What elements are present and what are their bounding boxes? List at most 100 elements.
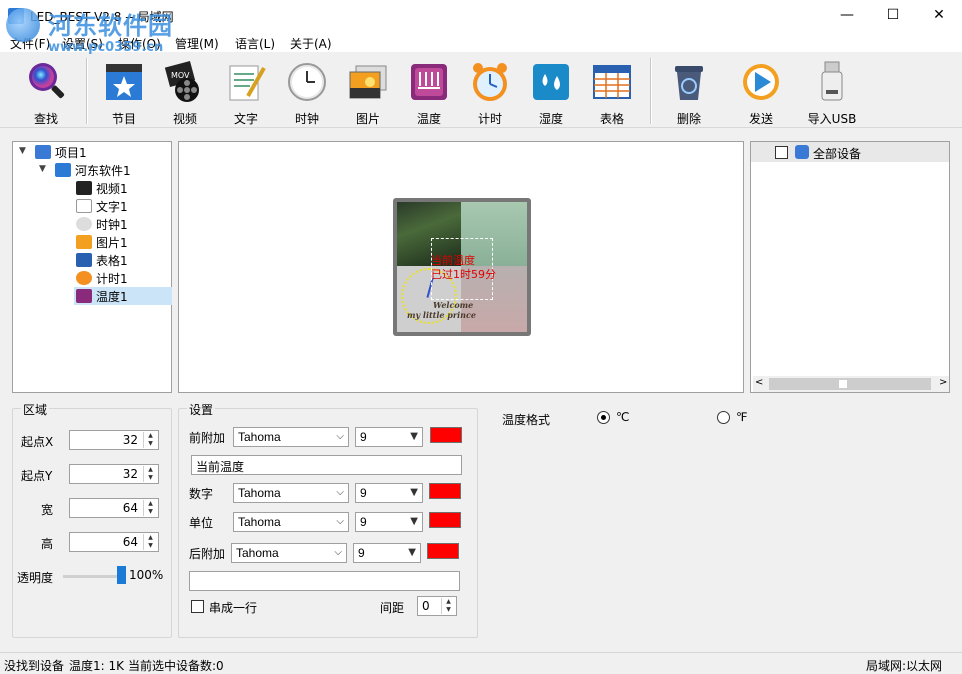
tree-item-label: 文字1: [96, 199, 128, 214]
tree-item-label: 图片1: [96, 235, 128, 250]
unit-color-swatch[interactable]: [429, 512, 461, 528]
tree-item-table[interactable]: 表格1: [76, 251, 128, 269]
window-title: LED_BEST V2.8 -- 局域网: [30, 10, 174, 24]
minimize-button[interactable]: —: [824, 0, 870, 30]
prefix-size-select[interactable]: 9 ▼: [355, 427, 423, 447]
video-button[interactable]: MOV 视频: [157, 58, 213, 126]
fahrenheit-radio[interactable]: [717, 411, 730, 424]
chevron-down-icon[interactable]: ▼: [39, 164, 49, 174]
clock-label: 时钟: [294, 112, 319, 126]
tree-item-text[interactable]: 文字1: [76, 197, 128, 215]
status-bar: 没找到设备 温度1: 1K 当前选中设备数:0 局域网:以太网: [0, 652, 962, 674]
tree-item-label: 视频1: [96, 181, 128, 196]
suffix-text-input[interactable]: [189, 571, 460, 591]
stepper-arrows-icon[interactable]: ▲ ▼: [143, 466, 157, 482]
scrollbar-thumb[interactable]: [839, 380, 847, 388]
height-stepper[interactable]: 64 ▲ ▼: [69, 532, 159, 552]
tree-item-project[interactable]: 项目1: [35, 143, 87, 161]
stepper-arrows-icon[interactable]: ▲ ▼: [143, 432, 157, 448]
start-x-stepper[interactable]: 32 ▲ ▼: [69, 430, 159, 450]
menu-settings[interactable]: 设置(S): [62, 35, 103, 52]
temperature-button[interactable]: 温度: [401, 58, 457, 126]
tree-item-program[interactable]: 河东软件1: [55, 161, 131, 179]
unit-font-select[interactable]: Tahoma ⌵: [233, 512, 349, 532]
all-devices-checkbox[interactable]: [775, 146, 788, 159]
project-tree[interactable]: ▼ 项目1 ▼ 河东软件1 视频1 文字1 时钟1 图片1 表格1 计时1 温度…: [12, 141, 172, 393]
menu-manage[interactable]: 管理(M): [175, 35, 219, 52]
led-screen[interactable]: 当前温度 已过1时59分 Welcome my little prince: [397, 202, 527, 332]
preview-canvas[interactable]: 当前温度 已过1时59分 Welcome my little prince: [178, 141, 744, 393]
opacity-value: 100%: [129, 568, 164, 582]
number-color-swatch[interactable]: [429, 483, 461, 499]
menu-language[interactable]: 语言(L): [235, 35, 275, 52]
text-button[interactable]: 文字: [218, 58, 274, 126]
maximize-button[interactable]: ☐: [870, 0, 916, 30]
suffix-size-select[interactable]: 9 ▼: [353, 543, 421, 563]
stepper-arrows-icon[interactable]: ▲ ▼: [143, 500, 157, 516]
text-label: 文字: [233, 112, 258, 126]
chevron-down-icon: ⌵: [336, 516, 344, 527]
menu-operation[interactable]: 操作(O): [118, 35, 161, 52]
humidity-button[interactable]: 湿度: [523, 58, 579, 126]
stepper-arrows-icon[interactable]: ▲ ▼: [143, 534, 157, 550]
tree-item-clock[interactable]: 时钟1: [76, 215, 128, 233]
width-stepper[interactable]: 64 ▲ ▼: [69, 498, 159, 518]
menu-about[interactable]: 关于(A): [290, 35, 332, 52]
device-list[interactable]: 全部设备 < >: [750, 141, 950, 393]
single-line-checkbox[interactable]: [191, 600, 204, 613]
spacing-stepper[interactable]: 0 ▲ ▼: [417, 596, 457, 616]
table-label: 表格: [599, 112, 624, 126]
tree-item-temperature[interactable]: 温度1: [74, 287, 172, 305]
video-icon: [76, 181, 92, 195]
settings-group: 设置 前附加 Tahoma ⌵ 9 ▼ 当前温度 数字 Tahoma ⌵ 9 ▼ 单位 …: [178, 401, 478, 638]
prefix-text-input[interactable]: 当前温度: [191, 455, 462, 475]
tree-item-video[interactable]: 视频1: [76, 179, 128, 197]
program-button[interactable]: 节目: [96, 58, 152, 126]
timer-button[interactable]: 计时: [462, 58, 518, 126]
opacity-slider-track[interactable]: [63, 575, 125, 578]
send-button[interactable]: 发送: [733, 58, 789, 126]
suffix-font-select[interactable]: Tahoma ⌵: [231, 543, 347, 563]
scroll-left-icon[interactable]: <: [755, 377, 763, 388]
prefix-font-select[interactable]: Tahoma ⌵: [233, 427, 349, 447]
scroll-right-icon[interactable]: >: [939, 377, 947, 388]
horizontal-scrollbar[interactable]: < >: [753, 376, 949, 392]
unit-size-select[interactable]: 9 ▼: [355, 512, 423, 532]
start-y-stepper[interactable]: 32 ▲ ▼: [69, 464, 159, 484]
chevron-down-icon[interactable]: ▼: [19, 146, 29, 156]
stepper-arrows-icon[interactable]: ▲ ▼: [441, 598, 455, 614]
table-button[interactable]: 表格: [584, 58, 640, 126]
chevron-down-icon: ⌵: [336, 487, 344, 498]
toolbar: 查找 节目 MOV 视频 文字 时钟 图片 温度 计时 湿度 表格 删除 发送 …: [0, 54, 962, 128]
search-button[interactable]: 查找: [18, 58, 74, 126]
clock-button[interactable]: 时钟: [279, 58, 335, 126]
tree-item-label: 时钟1: [96, 217, 128, 232]
usb-import-label: 导入USB: [807, 112, 857, 126]
toolbar-separator: [650, 58, 652, 124]
number-font-select[interactable]: Tahoma ⌵: [233, 483, 349, 503]
humidity-label: 湿度: [538, 112, 563, 126]
menu-file[interactable]: 文件(F): [10, 35, 50, 52]
celsius-radio[interactable]: [597, 411, 610, 424]
scrollbar-track[interactable]: [769, 378, 931, 390]
usb-import-button[interactable]: 导入USB: [804, 58, 860, 126]
tree-item-picture[interactable]: 图片1: [76, 233, 128, 251]
opacity-slider-thumb[interactable]: [117, 566, 126, 584]
all-devices-label: 全部设备: [813, 147, 862, 161]
region-group: 区域 起点X 32 ▲ ▼ 起点Y 32 ▲ ▼ 宽 64 ▲ ▼ 高 64 ▲ ▼ 透…: [12, 401, 172, 638]
video-label: 视频: [172, 112, 197, 126]
delete-button[interactable]: 删除: [661, 58, 717, 126]
number-size-select[interactable]: 9 ▼: [355, 483, 423, 503]
tree-item-timer[interactable]: 计时1: [76, 269, 128, 287]
status-network: 局域网:以太网: [866, 659, 943, 673]
prefix-color-swatch[interactable]: [430, 427, 462, 443]
chevron-down-icon: ⌵: [336, 431, 344, 442]
single-line-label: 串成一行: [209, 601, 258, 615]
temperature-icon: [411, 64, 447, 100]
preview-welcome: Welcome: [433, 300, 474, 310]
suffix-color-swatch[interactable]: [427, 543, 459, 559]
close-button[interactable]: ✕: [916, 0, 962, 30]
start-x-label: 起点X: [21, 435, 54, 449]
picture-button[interactable]: 图片: [340, 58, 396, 126]
picture-label: 图片: [355, 112, 380, 126]
